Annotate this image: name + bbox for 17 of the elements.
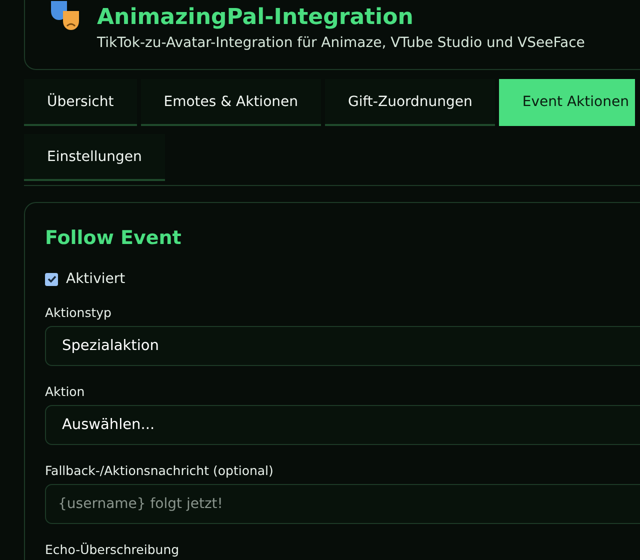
event-title: Follow Event [45, 227, 182, 249]
tab[interactable]: Einstellungen [24, 134, 165, 181]
field-label: Fallback-/Aktionsnachricht (optional) [45, 463, 274, 478]
checkbox-label: Aktiviert [66, 271, 126, 287]
app-title: AnimazingPal-Integration [97, 5, 414, 31]
tab[interactable]: Event Aktionen [499, 79, 635, 126]
tab[interactable]: Übersicht [24, 79, 137, 126]
select-field[interactable]: Spezialaktion [45, 326, 640, 366]
checkbox[interactable] [45, 272, 58, 286]
field-label: Aktion [45, 384, 86, 399]
tab[interactable]: Emotes & Aktionen [140, 79, 322, 126]
field-label: Echo-Überschreibung [45, 542, 180, 557]
field-label: Aktionstyp [45, 305, 112, 320]
app-subtitle: TikTok-zu-Avatar-Integration für Animaze, VTube Studio und VSeeFace [97, 35, 585, 51]
input-field[interactable]: {username} folgt jetzt! [45, 484, 640, 524]
select-field[interactable]: Auswählen... [45, 405, 640, 445]
tab[interactable]: Gift-Zuordnungen [325, 79, 496, 126]
